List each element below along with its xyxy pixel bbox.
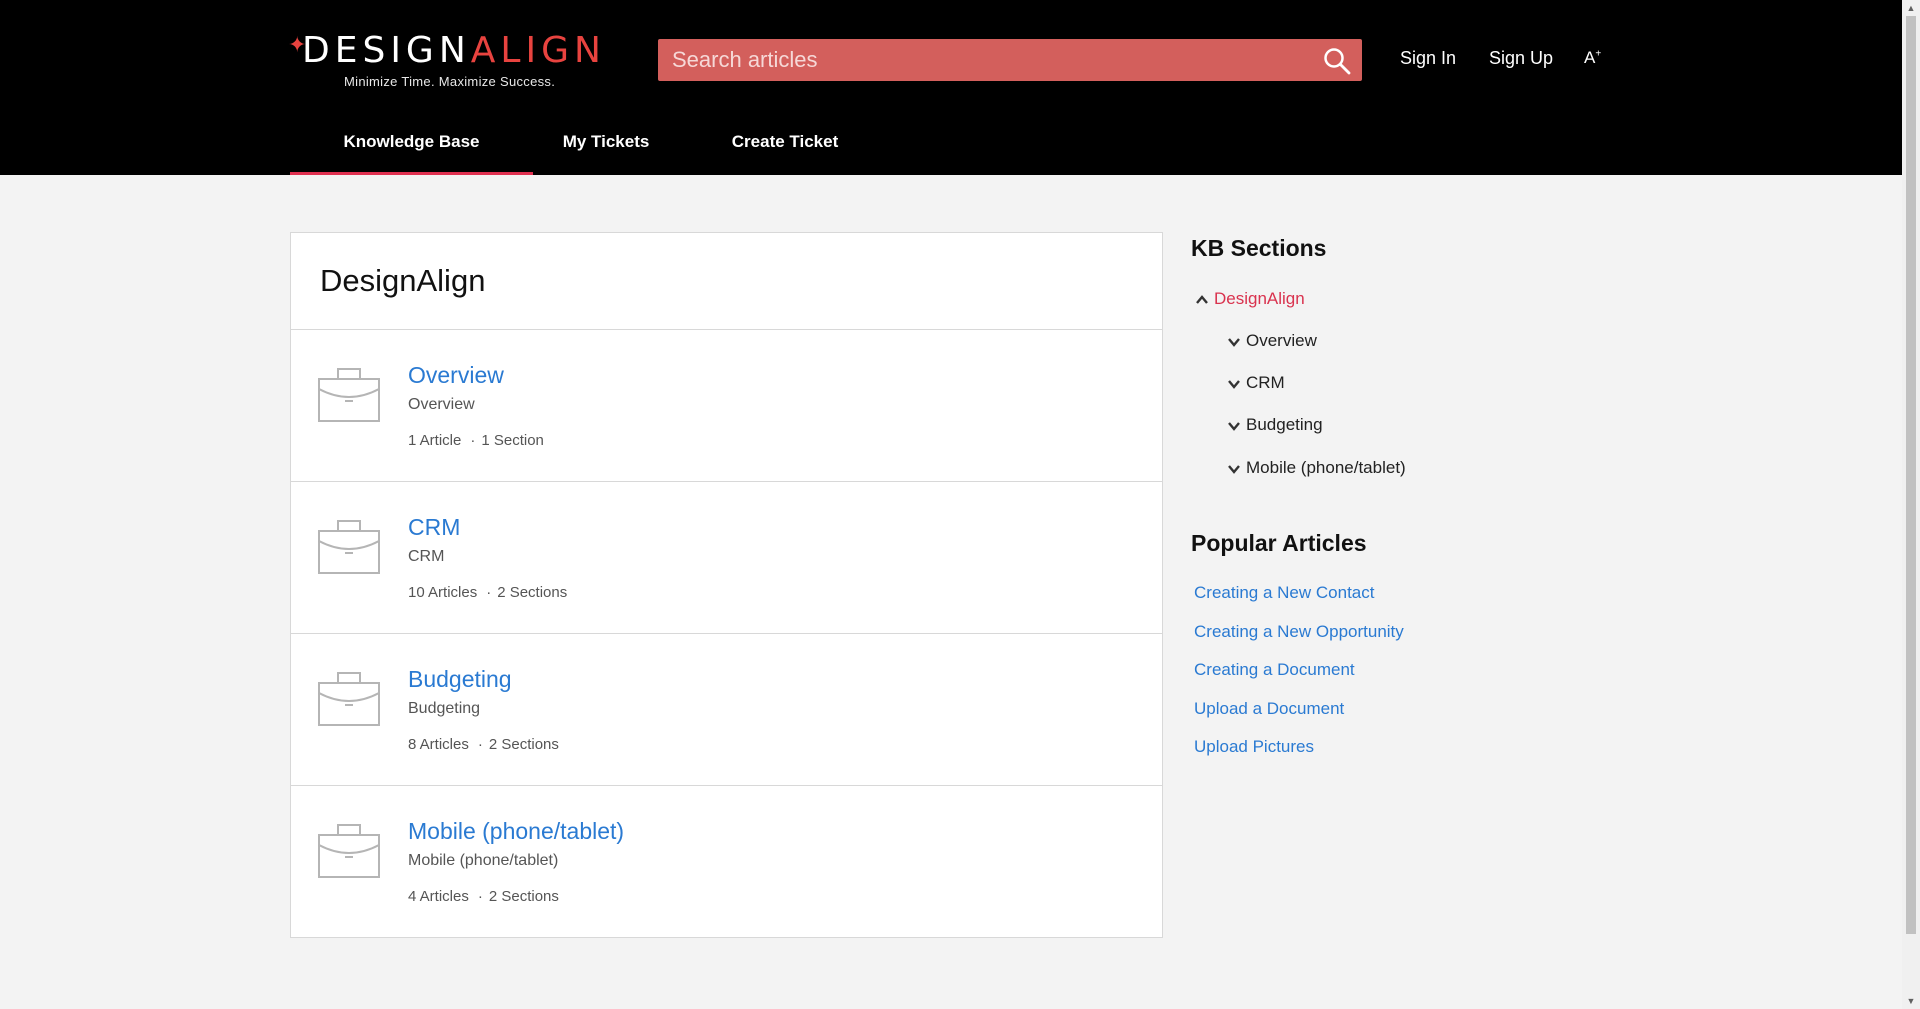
- category-item: CRM CRM 10 Articles · 2 Sections: [291, 482, 1162, 634]
- kb-tree-item-crm[interactable]: CRM: [1226, 373, 1285, 393]
- search-bar: [658, 39, 1362, 81]
- kb-tree-root-designalign[interactable]: DesignAlign: [1194, 289, 1305, 309]
- search-input[interactable]: [658, 39, 1298, 81]
- category-meta: 10 Articles · 2 Sections: [408, 584, 568, 601]
- category-description: Budgeting: [408, 700, 481, 717]
- tab-my-tickets[interactable]: My Tickets: [533, 110, 679, 175]
- briefcase-icon: [318, 672, 380, 726]
- category-item: Budgeting Budgeting 8 Articles · 2 Section…: [291, 634, 1162, 786]
- popular-article-link[interactable]: Upload a Document: [1194, 699, 1344, 719]
- page-scrollbar[interactable]: ▲ ▼: [1902, 0, 1920, 1009]
- sign-in-link[interactable]: Sign In: [1400, 48, 1456, 69]
- category-description: Mobile (phone/tablet): [408, 852, 559, 869]
- category-item: Overview Overview 1 Article · 1 Section: [291, 330, 1162, 482]
- chevron-down-icon: [1228, 337, 1240, 347]
- tab-knowledge-base[interactable]: Knowledge Base: [290, 110, 533, 175]
- category-title-link[interactable]: Overview: [408, 362, 504, 389]
- popular-article-link[interactable]: Creating a New Opportunity: [1194, 622, 1404, 642]
- chevron-down-icon: [1228, 379, 1240, 389]
- briefcase-icon: [318, 520, 380, 574]
- brand-logo[interactable]: ✦ DESIGNALIGN Minimize Time. Maximize Su…: [288, 28, 622, 90]
- briefcase-icon: [318, 368, 380, 422]
- chevron-down-icon: [1228, 464, 1240, 474]
- popular-article-link[interactable]: Creating a Document: [1194, 660, 1355, 680]
- kb-sections-heading: KB Sections: [1191, 235, 1327, 261]
- kb-tree-item-mobile[interactable]: Mobile (phone/tablet): [1226, 458, 1406, 478]
- category-meta: 4 Articles · 2 Sections: [408, 888, 559, 905]
- popular-article-link[interactable]: Upload Pictures: [1194, 737, 1314, 757]
- tab-create-ticket[interactable]: Create Ticket: [700, 110, 870, 175]
- kb-tree-item-budgeting[interactable]: Budgeting: [1226, 415, 1323, 435]
- sign-up-link[interactable]: Sign Up: [1489, 48, 1553, 69]
- logo-wordmark: DESIGNALIGN: [302, 30, 606, 71]
- popular-articles-heading: Popular Articles: [1191, 530, 1367, 556]
- page-title: DesignAlign: [291, 233, 1162, 330]
- category-title-link[interactable]: Budgeting: [408, 666, 512, 693]
- category-description: CRM: [408, 548, 445, 565]
- category-meta: 1 Article · 1 Section: [408, 432, 544, 449]
- search-icon[interactable]: [1322, 46, 1352, 76]
- category-meta: 8 Articles · 2 Sections: [408, 736, 559, 753]
- category-description: Overview: [408, 396, 475, 413]
- kb-tree-item-overview[interactable]: Overview: [1226, 331, 1317, 351]
- font-size-toggle[interactable]: A+: [1584, 48, 1601, 68]
- category-title-link[interactable]: Mobile (phone/tablet): [408, 818, 624, 845]
- category-title-link[interactable]: CRM: [408, 514, 460, 541]
- category-item: Mobile (phone/tablet) Mobile (phone/tabl…: [291, 786, 1162, 938]
- logo-tagline: Minimize Time. Maximize Success.: [344, 74, 556, 89]
- scrollbar-thumb[interactable]: [1906, 16, 1916, 934]
- chevron-down-icon: [1228, 421, 1240, 431]
- chevron-up-icon: [1196, 294, 1208, 304]
- site-header: ✦ DESIGNALIGN Minimize Time. Maximize Su…: [0, 0, 1902, 175]
- briefcase-icon: [318, 824, 380, 878]
- scroll-down-arrow-icon[interactable]: ▼: [1905, 996, 1917, 1006]
- popular-article-link[interactable]: Creating a New Contact: [1194, 583, 1374, 603]
- scroll-up-arrow-icon[interactable]: ▲: [1905, 3, 1917, 13]
- kb-category-panel: DesignAlign Overview Overview 1 Article ·…: [290, 232, 1163, 938]
